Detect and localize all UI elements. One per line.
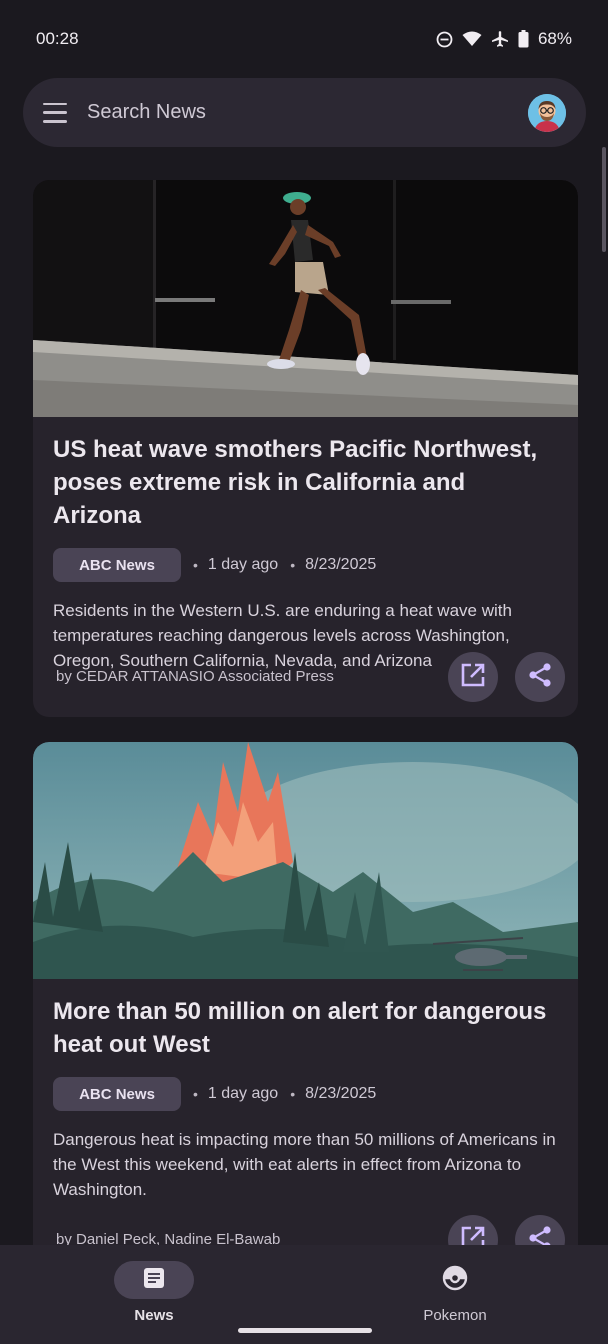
nav-news-label: News <box>134 1307 174 1324</box>
source-chip[interactable]: ABC News <box>53 1077 181 1111</box>
article-footer: by CEDAR ATTANASIO Associated Press <box>33 652 578 702</box>
article-card[interactable]: More than 50 million on alert for danger… <box>33 742 578 1245</box>
article-date: 8/23/2025 <box>305 1085 377 1102</box>
share-button[interactable] <box>515 1215 565 1245</box>
news-feed[interactable]: US heat wave smothers Pacific Northwest,… <box>0 150 608 1245</box>
meta-separator: • <box>290 557 296 573</box>
article-title[interactable]: US heat wave smothers Pacific Northwest,… <box>53 433 558 532</box>
nav-item-pokemon[interactable]: Pokemon <box>355 1261 555 1324</box>
gesture-handle[interactable] <box>238 1328 372 1333</box>
article-image <box>33 742 578 979</box>
share-icon <box>527 1225 553 1245</box>
article-card[interactable]: US heat wave smothers Pacific Northwest,… <box>33 180 578 717</box>
status-time: 00:28 <box>36 29 79 48</box>
menu-icon[interactable] <box>43 102 67 123</box>
meta-separator: • <box>290 1086 296 1102</box>
article-byline: by Daniel Peck, Nadine El-Bawab <box>56 1231 281 1245</box>
share-icon <box>527 662 553 693</box>
article-footer: by Daniel Peck, Nadine El-Bawab <box>33 1215 578 1245</box>
status-icons: 68% <box>436 29 572 49</box>
article-meta: ABC News • 1 day ago • 8/23/2025 <box>53 548 558 582</box>
airplane-icon <box>491 30 509 48</box>
nav-news-indicator[interactable] <box>114 1261 194 1299</box>
open-in-browser-button[interactable] <box>448 1215 498 1245</box>
search-input[interactable]: Search News <box>87 101 528 124</box>
battery-icon <box>518 30 529 48</box>
nav-pokemon-indicator[interactable] <box>415 1261 495 1299</box>
pokeball-icon <box>442 1265 468 1296</box>
status-bar: 00:28 68% <box>0 0 608 78</box>
article-relative-time: 1 day ago <box>207 1085 279 1102</box>
nav-pokemon-label: Pokemon <box>423 1307 487 1324</box>
app-screen: 00:28 68% Search News US heat wave smoth… <box>0 0 608 1344</box>
article-title[interactable]: More than 50 million on alert for danger… <box>53 995 558 1061</box>
open-external-icon <box>460 662 486 693</box>
source-chip[interactable]: ABC News <box>53 548 181 582</box>
battery-percent: 68% <box>537 29 572 48</box>
article-image <box>33 180 578 417</box>
search-bar[interactable]: Search News <box>23 78 586 147</box>
meta-separator: • <box>193 557 198 573</box>
article-icon <box>142 1266 166 1295</box>
share-button[interactable] <box>515 652 565 702</box>
article-relative-time: 1 day ago <box>207 556 279 573</box>
avatar[interactable] <box>528 93 566 132</box>
article-date: 8/23/2025 <box>305 556 377 573</box>
scrollbar-thumb[interactable] <box>602 147 606 252</box>
wifi-icon <box>462 31 482 47</box>
open-external-icon <box>460 1225 486 1245</box>
article-byline: by CEDAR ATTANASIO Associated Press <box>56 668 334 685</box>
article-description: Dangerous heat is impacting more than 50… <box>53 1130 556 1199</box>
nav-item-news[interactable]: News <box>54 1261 254 1324</box>
open-in-browser-button[interactable] <box>448 652 498 702</box>
article-meta: ABC News • 1 day ago • 8/23/2025 <box>53 1077 558 1111</box>
meta-separator: • <box>193 1086 198 1102</box>
do-not-disturb-icon <box>436 31 453 48</box>
